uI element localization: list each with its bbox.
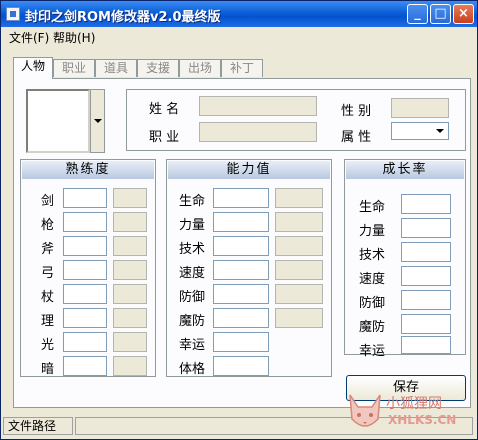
title-bar: 封印之剑ROM修改器v2.0最终版 _ □ × (1, 1, 477, 27)
ability-input-str[interactable] (213, 212, 269, 232)
growth-input-str[interactable] (401, 218, 451, 238)
prof-label-staff: 杖 (41, 290, 55, 305)
ability-label-lck: 幸运 (179, 338, 206, 353)
status-file-path: 文件路径 (3, 417, 73, 435)
growth-group: 成长率 生命 力量 技术 速度 防御 魔防 幸运 (344, 159, 466, 359)
ability-label-hp: 生命 (179, 194, 206, 209)
tab-character[interactable]: 人物 (13, 57, 53, 79)
ability-cap-skl (275, 236, 323, 256)
ability-input-con[interactable] (213, 356, 269, 376)
prof-label-light: 光 (41, 338, 55, 353)
growth-label-res: 魔防 (359, 320, 386, 335)
prof-rank-anima (113, 308, 147, 328)
growth-input-spd[interactable] (401, 266, 451, 286)
growth-input-lck[interactable] (401, 336, 451, 354)
gender-field[interactable] (391, 98, 449, 118)
ability-label-res: 魔防 (179, 314, 206, 329)
prof-input-axe[interactable] (63, 236, 107, 256)
prof-rank-sword (113, 188, 147, 208)
ability-cap-spd (275, 260, 323, 280)
prof-rank-light (113, 332, 147, 352)
growth-input-res[interactable] (401, 314, 451, 334)
name-field[interactable] (199, 96, 317, 116)
menu-help[interactable]: 帮助(H) (53, 29, 95, 46)
proficiency-group: 熟练度 剑 枪 斧 弓 杖 理 光 暗 (20, 159, 156, 377)
ability-cap-hp (275, 188, 323, 208)
growth-title: 成长率 (346, 161, 464, 179)
prof-rank-axe (113, 236, 147, 256)
growth-label-hp: 生命 (359, 200, 386, 215)
growth-label-lck: 幸运 (359, 344, 386, 359)
growth-label-def: 防御 (359, 296, 386, 311)
ability-cap-def (275, 284, 323, 304)
prof-label-bow: 弓 (41, 266, 55, 281)
watermark-url: XHLKS.CN (388, 413, 457, 427)
tab-items[interactable]: 道具 (95, 59, 137, 77)
growth-label-spd: 速度 (359, 272, 386, 287)
growth-input-skl[interactable] (401, 242, 451, 262)
prof-input-sword[interactable] (63, 188, 107, 208)
name-label: 姓 名 (149, 102, 180, 117)
prof-label-sword: 剑 (41, 194, 55, 209)
ability-input-hp[interactable] (213, 188, 269, 208)
prof-input-dark[interactable] (63, 356, 107, 376)
gender-label: 性 别 (341, 104, 372, 119)
growth-input-def[interactable] (401, 290, 451, 310)
menu-bar: 文件(F) 帮助(H) (1, 27, 477, 47)
growth-label-str: 力量 (359, 224, 386, 239)
portrait-box[interactable] (26, 89, 90, 153)
prof-rank-lance (113, 212, 147, 232)
ability-input-skl[interactable] (213, 236, 269, 256)
prof-label-anima: 理 (41, 314, 55, 329)
ability-cap-res (275, 308, 323, 328)
prof-label-dark: 暗 (41, 362, 55, 377)
prof-input-lance[interactable] (63, 212, 107, 232)
tab-patch[interactable]: 补丁 (221, 59, 263, 77)
proficiency-title: 熟练度 (22, 161, 154, 179)
window-title: 封印之剑ROM修改器v2.0最终版 (25, 10, 221, 25)
prof-rank-staff (113, 284, 147, 304)
class-field[interactable] (199, 122, 317, 142)
prof-label-lance: 枪 (41, 218, 55, 233)
ability-input-spd[interactable] (213, 260, 269, 280)
ability-label-str: 力量 (179, 218, 206, 233)
prof-rank-dark (113, 356, 147, 376)
growth-input-hp[interactable] (401, 194, 451, 214)
tab-support[interactable]: 支援 (137, 59, 179, 77)
prof-input-light[interactable] (63, 332, 107, 352)
prof-input-anima[interactable] (63, 308, 107, 328)
ability-label-def: 防御 (179, 290, 206, 305)
abilities-title: 能力值 (168, 161, 330, 179)
tab-panel-character: 姓 名 职 业 性 别 属 性 熟练度 剑 枪 斧 弓 杖 理 光 暗 能力值 … (13, 78, 471, 408)
tab-deploy[interactable]: 出场 (179, 59, 221, 77)
ability-input-lck[interactable] (213, 332, 269, 352)
ability-input-res[interactable] (213, 308, 269, 328)
prof-input-bow[interactable] (63, 260, 107, 280)
attribute-select[interactable] (391, 122, 449, 140)
ability-cap-str (275, 212, 323, 232)
close-button[interactable]: × (453, 4, 474, 24)
attribute-label: 属 性 (341, 130, 372, 145)
tab-class[interactable]: 职业 (53, 59, 95, 77)
info-box: 姓 名 职 业 性 别 属 性 (126, 89, 466, 151)
portrait-dropdown-button[interactable] (90, 89, 105, 153)
app-icon[interactable] (6, 7, 20, 21)
ability-label-spd: 速度 (179, 266, 206, 281)
ability-label-con: 体格 (179, 362, 206, 377)
maximize-button[interactable]: □ (430, 4, 451, 24)
prof-input-staff[interactable] (63, 284, 107, 304)
ability-label-skl: 技术 (179, 242, 206, 257)
prof-label-axe: 斧 (41, 242, 55, 257)
class-label: 职 业 (149, 130, 180, 145)
ability-input-def[interactable] (213, 284, 269, 304)
main-window: 封印之剑ROM修改器v2.0最终版 _ □ × 文件(F) 帮助(H) 人物 职… (0, 0, 478, 440)
prof-rank-bow (113, 260, 147, 280)
fox-logo-icon (349, 394, 381, 427)
menu-file[interactable]: 文件(F) (9, 29, 49, 46)
watermark-text: 小狐狸网 (386, 396, 442, 412)
growth-label-skl: 技术 (359, 248, 386, 263)
minimize-button[interactable]: _ (407, 4, 428, 24)
watermark: 小狐狸网 XHLKS.CN (346, 389, 476, 439)
abilities-group: 能力值 生命 力量 技术 速度 防御 魔防 幸运 体格 (166, 159, 332, 377)
